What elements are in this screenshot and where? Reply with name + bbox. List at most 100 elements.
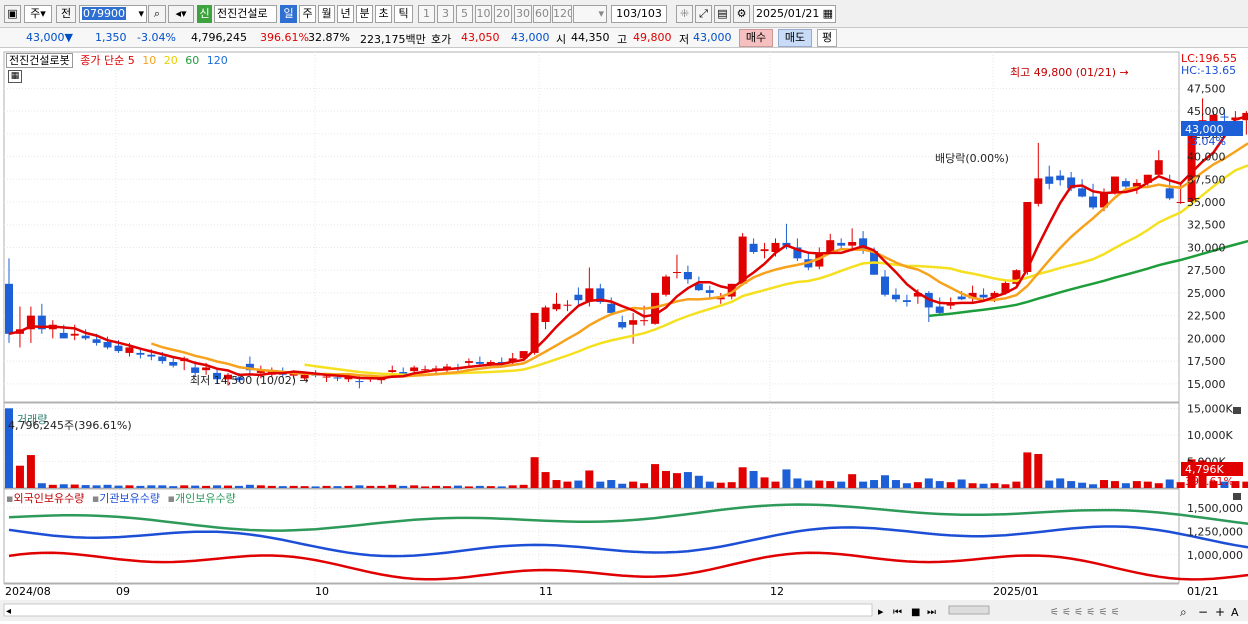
period-tab-week[interactable]: 주 bbox=[299, 5, 316, 23]
forward-icon[interactable]: ⏭ bbox=[927, 607, 936, 618]
holdings-axis-label: 1,500,000 bbox=[1187, 502, 1243, 515]
code-input[interactable]: 079900 ▾ bbox=[79, 5, 147, 23]
period-tab-second[interactable]: 초 bbox=[375, 5, 392, 23]
volume-bar bbox=[694, 475, 703, 488]
volume-bar bbox=[651, 464, 660, 488]
volume-bar bbox=[1242, 481, 1248, 488]
period-tab-day[interactable]: 일 bbox=[280, 5, 297, 23]
candle-body bbox=[355, 381, 364, 383]
calculator-icon[interactable]: ▦ bbox=[8, 70, 22, 83]
candle-body bbox=[169, 362, 178, 366]
gear-icon[interactable]: ⚙ bbox=[733, 5, 750, 23]
zoom-search-icon[interactable]: ⌕ bbox=[1180, 605, 1187, 619]
volume-bar bbox=[1121, 483, 1130, 488]
volume-bar bbox=[432, 485, 441, 488]
buy-button[interactable]: 매수 bbox=[739, 29, 773, 47]
mode-select[interactable]: 주▾ bbox=[24, 5, 52, 23]
sell-button[interactable]: 매도 bbox=[778, 29, 812, 47]
stop-icon[interactable]: ■ bbox=[911, 607, 920, 618]
minute-5[interactable]: 5 bbox=[456, 5, 473, 23]
draw-tool-icon[interactable]: ⤢ bbox=[695, 5, 712, 23]
volume-bar bbox=[1045, 480, 1054, 488]
save-icon[interactable]: ▤ bbox=[714, 5, 731, 23]
scroll-left-icon[interactable]: ◂ bbox=[6, 606, 11, 617]
minute-120[interactable]: 120 bbox=[552, 5, 572, 23]
individual-holdings-label: 개인보유수량 bbox=[174, 492, 236, 505]
volume-bar bbox=[213, 485, 222, 488]
volume-bar bbox=[114, 485, 123, 488]
volume-panel-close-icon[interactable] bbox=[1233, 407, 1241, 414]
candle-body bbox=[1045, 176, 1054, 184]
volume-bar bbox=[224, 485, 232, 488]
window-menu-icon[interactable]: ▣ bbox=[4, 5, 21, 23]
zoom-in-icon[interactable]: + bbox=[1215, 605, 1225, 619]
calendar-icon[interactable]: ▦ bbox=[823, 6, 835, 22]
volume-bar bbox=[815, 480, 824, 488]
period-tab-month[interactable]: 월 bbox=[318, 5, 335, 23]
holdings-panel-close-icon[interactable] bbox=[1233, 493, 1241, 500]
volume-bar bbox=[968, 483, 977, 488]
ma5-label: 5 bbox=[127, 54, 135, 67]
rewind-icon[interactable]: ⏮ bbox=[893, 607, 902, 618]
stock-chart[interactable]: 47,50045,00042,50040,00037,50035,00032,5… bbox=[0, 48, 1248, 621]
speaker-icon[interactable]: ◂▾ bbox=[168, 5, 194, 23]
volume-bar bbox=[848, 474, 857, 488]
trade-amount: 223,175백만 bbox=[360, 33, 426, 46]
minute-10[interactable]: 10 bbox=[475, 5, 492, 23]
search-icon[interactable]: ⌕ bbox=[148, 5, 166, 23]
volume-bar bbox=[497, 486, 506, 488]
candle-body bbox=[103, 342, 112, 348]
minute-1[interactable]: 1 bbox=[418, 5, 435, 23]
draw-tools-icons[interactable]: ⚟ ⚟ ⚟ ⚟ ⚟ ⚟ bbox=[1050, 607, 1120, 618]
zoom-slider[interactable] bbox=[948, 605, 990, 615]
candle-body bbox=[1089, 196, 1098, 208]
horizontal-scrollbar[interactable] bbox=[3, 603, 873, 617]
chart-area[interactable]: 47,50045,00042,50040,00037,50035,00032,5… bbox=[0, 48, 1248, 621]
minute-custom-select[interactable]: ▾ bbox=[573, 5, 607, 23]
period-tab-year[interactable]: 년 bbox=[337, 5, 354, 23]
volume-bar bbox=[782, 469, 791, 488]
candle-body bbox=[59, 332, 68, 339]
stock-name-tab[interactable]: 전진건설로봇 bbox=[6, 53, 73, 68]
period-tab-minute[interactable]: 분 bbox=[356, 5, 373, 23]
minute-3[interactable]: 3 bbox=[437, 5, 454, 23]
stock-name-field[interactable]: 전진건설로 bbox=[214, 5, 277, 23]
volume-bar bbox=[81, 485, 90, 488]
volume-bar bbox=[1132, 481, 1141, 488]
volume-bar bbox=[519, 484, 528, 488]
scroll-right-icon[interactable]: ▸ bbox=[878, 605, 884, 618]
price-axis-label: 40,000 bbox=[1187, 151, 1226, 164]
crosshair-icon[interactable]: ⁜ bbox=[676, 5, 693, 23]
high-annotation: 최고 49,800 (01/21) → bbox=[1010, 66, 1129, 79]
period-tab-tick[interactable]: 틱 bbox=[394, 5, 413, 23]
minute-30[interactable]: 30 bbox=[514, 5, 532, 23]
volume-bar bbox=[180, 485, 189, 488]
minute-20[interactable]: 20 bbox=[494, 5, 512, 23]
high-price: 49,800 bbox=[633, 31, 672, 44]
prev-button[interactable]: 전 bbox=[56, 5, 76, 23]
zoom-out-icon[interactable]: − bbox=[1198, 605, 1208, 619]
price-change-pct: -3.04% bbox=[137, 31, 176, 44]
ask-price: 43,050 bbox=[461, 31, 500, 44]
volume-bar bbox=[662, 471, 670, 488]
volume-bar bbox=[902, 483, 911, 488]
candle-body bbox=[957, 296, 966, 300]
volume-bar bbox=[596, 481, 605, 488]
volume-bar bbox=[464, 486, 473, 488]
high-label: 고 bbox=[617, 33, 628, 46]
candle-body bbox=[662, 276, 670, 295]
turnover-ratio: 32.87% bbox=[308, 31, 350, 44]
volume-bar bbox=[399, 485, 408, 488]
font-size-icon[interactable]: A bbox=[1231, 606, 1239, 619]
volume-bar bbox=[1067, 481, 1076, 488]
minute-60[interactable]: 60 bbox=[533, 5, 551, 23]
date-input[interactable]: 2025/01/21 ▦ bbox=[753, 5, 836, 23]
volume-bar bbox=[1078, 482, 1087, 488]
volume-bar bbox=[1001, 484, 1010, 488]
volume-current-pct: 396.61% bbox=[1185, 475, 1234, 488]
candle-body bbox=[574, 294, 583, 301]
average-button[interactable]: 평 bbox=[817, 29, 837, 47]
volume-bar bbox=[738, 467, 747, 488]
volume-bar bbox=[672, 473, 681, 488]
volume-bar bbox=[267, 485, 276, 488]
